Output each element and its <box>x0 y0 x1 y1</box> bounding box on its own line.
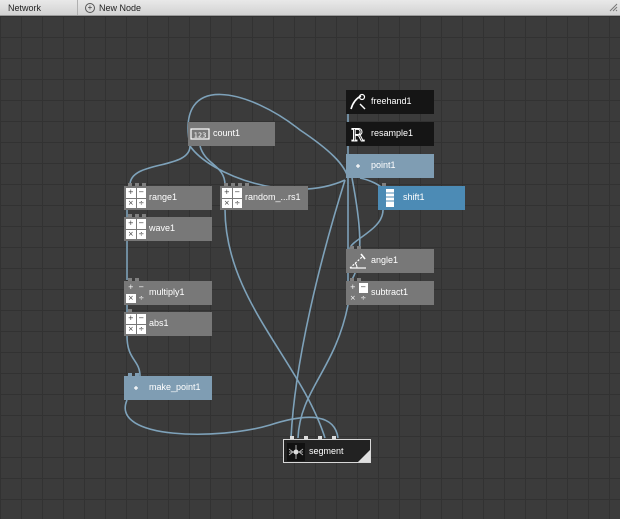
math-operators-icon: + − × ÷ <box>126 219 146 239</box>
math-operators-icon: + − × ÷ <box>222 188 242 208</box>
math-operators-icon: + − × ÷ <box>126 283 146 303</box>
node-label: multiply1 <box>149 287 185 297</box>
node-label: freehand1 <box>371 96 412 106</box>
node-subtract[interactable]: + − × ÷ subtract1 <box>346 278 434 305</box>
input-port[interactable] <box>135 278 139 281</box>
node-label: angle1 <box>371 255 399 265</box>
node-resample[interactable]: R resample1 <box>346 122 434 146</box>
node-range[interactable]: + − × ÷ range1 <box>124 183 212 210</box>
node-make-point[interactable]: make_point1 <box>124 373 212 400</box>
segment-icon <box>287 443 305 461</box>
network-toolbar: Network + New Node <box>0 0 620 16</box>
node-segment[interactable]: segment <box>283 436 371 463</box>
render-flag-icon <box>358 450 370 462</box>
svg-text:123: 123 <box>194 132 207 140</box>
input-port[interactable] <box>350 278 354 281</box>
input-port[interactable] <box>304 436 308 439</box>
input-port[interactable] <box>135 214 139 217</box>
plus-icon: + <box>85 3 95 13</box>
node-label: point1 <box>371 160 396 170</box>
node-angle[interactable]: angle1 <box>346 246 434 273</box>
node-shift[interactable]: shift1 <box>378 183 465 210</box>
input-port[interactable] <box>128 373 132 376</box>
new-node-button[interactable]: + New Node <box>85 2 141 14</box>
input-port[interactable] <box>238 183 242 186</box>
math-operators-icon: + − × ÷ <box>126 314 146 334</box>
input-port[interactable] <box>128 309 132 312</box>
node-count[interactable]: 123 count1 <box>188 122 275 146</box>
point-icon <box>134 386 138 390</box>
math-operators-icon: + − × ÷ <box>126 188 146 208</box>
node-label: abs1 <box>149 318 169 328</box>
input-port[interactable] <box>128 278 132 281</box>
node-label: segment <box>309 446 344 456</box>
network-tab[interactable]: Network <box>0 0 78 15</box>
input-port[interactable] <box>357 246 361 249</box>
resize-corner-icon[interactable] <box>609 3 618 12</box>
node-wave[interactable]: + − × ÷ wave1 <box>124 214 212 241</box>
node-abs[interactable]: + − × ÷ abs1 <box>124 309 212 336</box>
input-port[interactable] <box>350 246 354 249</box>
angle-icon <box>349 253 366 269</box>
new-node-label: New Node <box>99 3 142 13</box>
node-multiply[interactable]: + − × ÷ multiply1 <box>124 278 212 305</box>
input-port[interactable] <box>224 183 228 186</box>
input-port[interactable] <box>142 214 146 217</box>
node-freehand[interactable]: freehand1 <box>346 90 434 114</box>
point-icon <box>356 164 360 168</box>
node-label: shift1 <box>403 192 425 202</box>
node-label: count1 <box>213 128 241 138</box>
node-label: subtract1 <box>371 287 409 297</box>
resample-icon: R <box>351 126 366 145</box>
node-label: range1 <box>149 192 178 202</box>
input-port[interactable] <box>382 183 386 186</box>
node-label: wave1 <box>149 223 176 233</box>
node-label: make_point1 <box>149 382 201 392</box>
shift-icon <box>386 189 394 207</box>
node-random[interactable]: + − × ÷ random_...rs1 <box>220 183 308 210</box>
input-port[interactable] <box>245 183 249 186</box>
input-port[interactable] <box>357 278 361 281</box>
input-port[interactable] <box>332 436 336 439</box>
input-port[interactable] <box>231 183 235 186</box>
math-operators-icon: + − × ÷ <box>348 283 368 303</box>
counter-icon: 123 <box>190 128 210 140</box>
freehand-pen-icon <box>350 93 366 110</box>
input-port[interactable] <box>128 214 132 217</box>
node-label: resample1 <box>371 128 414 138</box>
input-port[interactable] <box>318 436 322 439</box>
input-port[interactable] <box>290 436 294 439</box>
input-port[interactable] <box>135 373 139 376</box>
input-port[interactable] <box>135 183 139 186</box>
node-point[interactable]: point1 <box>346 154 434 178</box>
node-label: random_...rs1 <box>245 192 301 202</box>
input-port[interactable] <box>128 183 132 186</box>
input-port[interactable] <box>142 183 146 186</box>
svg-text:R: R <box>351 126 365 144</box>
